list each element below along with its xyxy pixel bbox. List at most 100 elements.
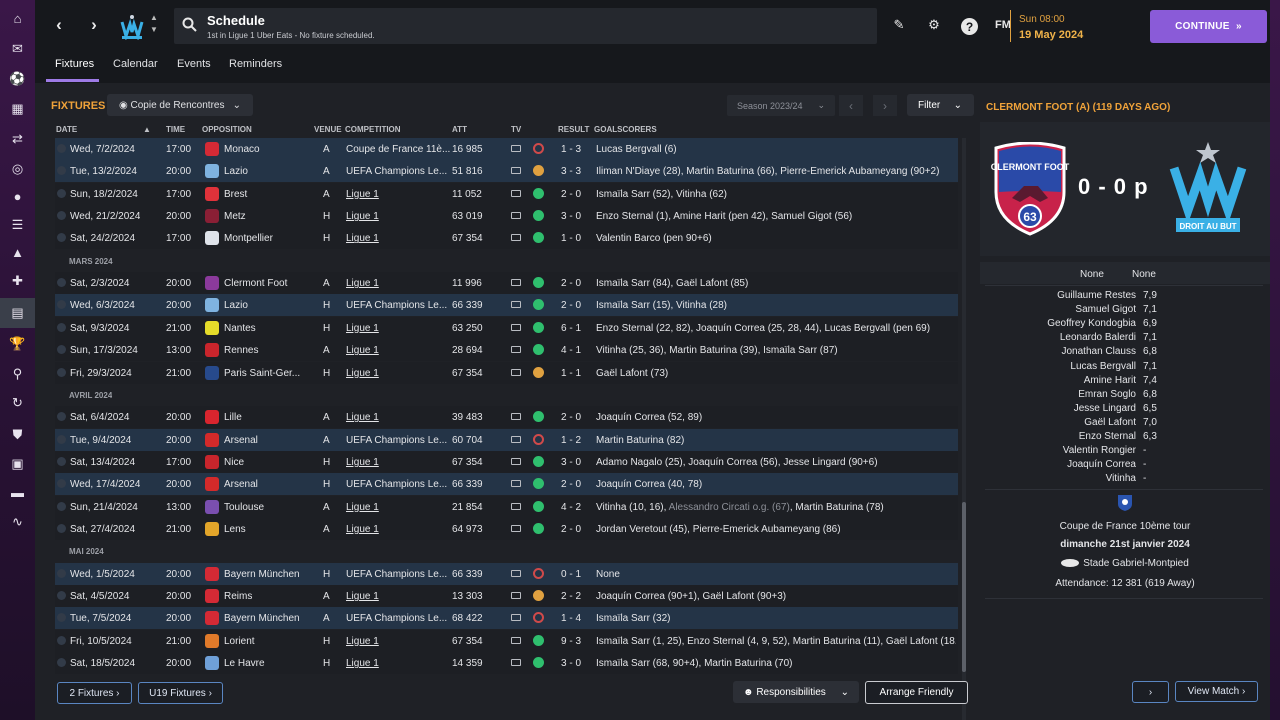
fixture-competition[interactable]: UEFA Champions Le... — [346, 435, 454, 446]
fixture-row[interactable]: Sat, 9/3/2024 21:00 Nantes H Ligue 1 63 250 6 … — [55, 316, 958, 339]
player-rating-row[interactable]: Emran Soglo 6,8 — [980, 389, 1270, 403]
fixture-opposition[interactable]: Lazio — [224, 300, 306, 311]
fixture-opposition[interactable]: Nice — [224, 457, 306, 468]
fixture-opposition[interactable]: Rennes — [224, 345, 306, 356]
row-check-icon[interactable] — [57, 345, 66, 355]
row-check-icon[interactable] — [57, 479, 66, 489]
medical-icon[interactable]: ✚ — [7, 270, 28, 291]
row-check-icon[interactable] — [57, 613, 66, 623]
fixtures-count-button[interactable]: 2 Fixtures › — [57, 682, 132, 704]
fixture-opposition[interactable]: Montpellier — [224, 233, 306, 244]
fixture-score[interactable]: 1 - 0 — [561, 233, 581, 244]
player-rating-row[interactable]: Lucas Bergvall 7,1 — [980, 361, 1270, 375]
game-date[interactable]: Sun 08:00 19 May 2024 — [1010, 10, 1115, 42]
fixture-opposition[interactable]: Reims — [224, 591, 306, 602]
marseille-badge-icon[interactable]: DROIT AU BUT — [1168, 140, 1248, 238]
row-check-icon[interactable] — [57, 322, 66, 332]
col-date[interactable]: DATE — [56, 125, 77, 134]
fixture-opposition[interactable]: Nantes — [224, 323, 306, 334]
fixture-opposition[interactable]: Paris Saint-Ger... — [224, 368, 306, 379]
fixture-score[interactable]: 2 - 0 — [561, 300, 581, 311]
fixture-competition[interactable]: Ligue 1 — [346, 524, 454, 535]
club-switch-icon[interactable]: ▲ ▼ — [147, 12, 161, 36]
fixture-opposition[interactable]: Toulouse — [224, 502, 306, 513]
fixture-score[interactable]: 9 - 3 — [561, 636, 581, 647]
fixture-competition[interactable]: Ligue 1 — [346, 636, 454, 647]
player-rating-row[interactable]: Gaël Lafont 7,0 — [980, 417, 1270, 431]
row-check-icon[interactable] — [57, 300, 66, 310]
responsibilities-dropdown[interactable]: ☻ Responsibilities ⌄ — [733, 681, 859, 703]
scouting-icon[interactable]: ◎ — [7, 158, 28, 179]
forward-button[interactable]: › — [79, 10, 109, 40]
training-icon[interactable]: ▲ — [7, 242, 28, 263]
fixture-opposition[interactable]: Metz — [224, 211, 306, 222]
fixture-competition[interactable]: UEFA Champions Le... — [346, 479, 454, 490]
filter-dropdown[interactable]: Filter ⌄ — [907, 94, 974, 116]
fixture-competition[interactable]: Ligue 1 — [346, 211, 454, 222]
fixture-score[interactable]: 2 - 0 — [561, 479, 581, 490]
player-rating-row[interactable]: Joaquín Correa - — [980, 459, 1270, 473]
fixture-score[interactable]: 4 - 1 — [561, 345, 581, 356]
sort-asc-icon[interactable]: ▲ — [143, 125, 151, 134]
gear-icon[interactable]: ⚙ — [923, 14, 945, 36]
fixture-opposition[interactable]: Lorient — [224, 636, 306, 647]
fixture-opposition[interactable]: Lazio — [224, 166, 306, 177]
finances-icon[interactable]: ▣ — [7, 453, 28, 474]
fixture-opposition[interactable]: Bayern München — [224, 613, 306, 624]
fixture-score[interactable]: 0 - 1 — [561, 569, 581, 580]
club-icon[interactable]: ⛊ — [7, 424, 28, 445]
staff-icon[interactable]: ☰ — [7, 214, 28, 235]
fixture-row[interactable]: Wed, 6/3/2024 20:00 Lazio H UEFA Champions L… — [55, 294, 958, 317]
fixture-row[interactable]: Sat, 4/5/2024 20:00 Reims A Ligue 1 13 303 2 -… — [55, 585, 958, 607]
fixture-opposition[interactable]: Brest — [224, 189, 306, 200]
competitions-icon[interactable]: 🏆 — [7, 333, 28, 354]
fixture-score[interactable]: 3 - 0 — [561, 457, 581, 468]
back-button[interactable]: ‹ — [44, 10, 74, 40]
row-check-icon[interactable] — [57, 188, 66, 198]
fixture-score[interactable]: 1 - 3 — [561, 144, 581, 155]
fixture-score[interactable]: 3 - 0 — [561, 211, 581, 222]
fixture-opposition[interactable]: Lens — [224, 524, 306, 535]
fixture-row[interactable]: Sat, 13/4/2024 17:00 Nice H Ligue 1 67 354 3 -… — [55, 450, 958, 473]
player-rating-row[interactable]: Leonardo Balerdi 7,1 — [980, 332, 1270, 346]
fixture-row[interactable]: Fri, 10/5/2024 21:00 Lorient H Ligue 1 67 354… — [55, 629, 958, 652]
fixture-competition[interactable]: Ligue 1 — [346, 591, 454, 602]
fixture-opposition[interactable]: Bayern München — [224, 569, 306, 580]
player-rating-row[interactable]: Guillaume Restes 7,9 — [980, 290, 1270, 304]
row-check-icon[interactable] — [57, 658, 66, 668]
fixture-row[interactable]: Sun, 21/4/2024 13:00 Toulouse A Ligue 1 21 85… — [55, 495, 958, 518]
fixture-row[interactable]: Tue, 9/4/2024 20:00 Arsenal A UEFA Champions… — [55, 428, 958, 451]
search-icon[interactable] — [182, 17, 198, 33]
row-check-icon[interactable] — [57, 144, 66, 153]
col-tv[interactable]: TV — [511, 125, 521, 134]
row-check-icon[interactable] — [57, 523, 66, 533]
fixture-score[interactable]: 3 - 0 — [561, 658, 581, 669]
fixture-score[interactable]: 1 - 2 — [561, 435, 581, 446]
fixture-row[interactable]: Tue, 13/2/2024 20:00 Lazio A UEFA Champions … — [55, 160, 958, 183]
tab-calendar[interactable]: Calendar — [113, 58, 158, 70]
fixture-competition[interactable]: Coupe de France 11è... — [346, 144, 454, 155]
fixture-opposition[interactable]: Arsenal — [224, 479, 306, 490]
squad-icon[interactable]: ⚽ — [7, 68, 28, 89]
col-goalscorers[interactable]: GOALSCORERS — [594, 125, 657, 134]
next-match-button[interactable]: › — [1132, 681, 1169, 703]
fixture-competition[interactable]: Ligue 1 — [346, 323, 454, 334]
fixture-competition[interactable]: Ligue 1 — [346, 233, 454, 244]
fixture-row[interactable]: Fri, 29/3/2024 21:00 Paris Saint-Ger... H Li… — [55, 361, 958, 384]
fixture-row[interactable]: Sat, 18/5/2024 20:00 Le Havre H Ligue 1 14 35… — [55, 652, 958, 675]
player-rating-row[interactable]: Samuel Gigot 7,1 — [980, 304, 1270, 318]
help-icon[interactable]: ? — [961, 18, 978, 35]
fixture-score[interactable]: 3 - 3 — [561, 166, 581, 177]
fixture-competition[interactable]: UEFA Champions Le... — [346, 569, 454, 580]
fixture-opposition[interactable]: Lille — [224, 412, 306, 423]
fixture-opposition[interactable]: Arsenal — [224, 435, 306, 446]
fixture-opposition[interactable]: Clermont Foot — [224, 278, 306, 289]
row-check-icon[interactable] — [57, 233, 66, 243]
transfers-icon[interactable]: ⇄ — [7, 128, 28, 149]
row-check-icon[interactable] — [57, 568, 66, 578]
refresh-icon[interactable]: ↻ — [7, 392, 28, 413]
fixture-score[interactable]: 4 - 2 — [561, 502, 581, 513]
search-icon[interactable]: ⚲ — [7, 363, 28, 384]
fixture-row[interactable]: Sun, 17/3/2024 13:00 Rennes A Ligue 1 28 694 4… — [55, 339, 958, 362]
fixture-competition[interactable]: Ligue 1 — [346, 345, 454, 356]
